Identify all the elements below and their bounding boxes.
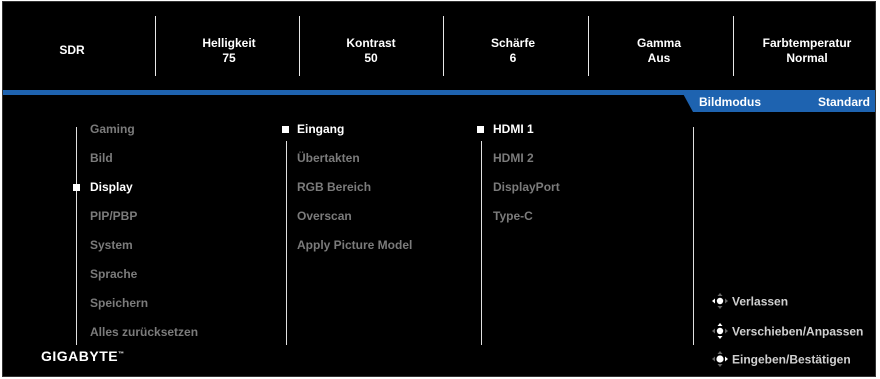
selected-indicator [282,126,289,133]
hint-exit: Verlassen [711,292,788,313]
osd-menu: SDR Helligkeit 75 Kontrast 50 Schärfe 6 … [2,1,876,377]
option-type-c[interactable]: Type-C [493,209,533,223]
joystick-left-icon [711,292,729,313]
status-contrast-value: 50 [364,51,378,65]
status-color-temperature-label: Farbtemperatur [762,36,852,50]
menu-item-system[interactable]: System [90,238,133,252]
status-brightness: Helligkeit 75 [159,36,299,66]
menu-item-gaming[interactable]: Gaming [90,122,135,136]
submenu-item-overscan[interactable]: Overscan [297,209,352,223]
menu-item-bild[interactable]: Bild [90,151,113,165]
divider [733,16,734,76]
joystick-up-down-icon [711,322,729,343]
column-line-sub [286,141,287,345]
status-color-temperature: Farbtemperatur Normal [737,36,877,66]
submenu-item-uebertakten[interactable]: Übertakten [297,151,360,165]
menu-item-pip-pbp[interactable]: PIP/PBP [90,209,137,223]
status-brightness-label: Helligkeit [202,36,256,50]
gigabyte-logo: GIGABYTE™ [41,348,125,364]
column-line-options [481,141,482,345]
status-brightness-value: 75 [222,51,236,65]
hint-exit-label: Verlassen [732,294,789,309]
status-contrast-label: Kontrast [346,36,396,50]
status-color-temperature-value: Normal [786,51,828,65]
option-hdmi-1[interactable]: HDMI 1 [493,122,534,136]
hint-enter-label: Eingeben/Bestätigen [732,352,851,367]
column-line-detail [693,127,694,345]
column-line-main [76,127,77,345]
option-displayport[interactable]: DisplayPort [493,180,560,194]
divider [299,16,300,76]
status-gamma: Gamma Aus [589,36,729,66]
status-sharpness-value: 6 [509,51,517,65]
submenu-item-apply-picture-model[interactable]: Apply Picture Model [297,238,412,252]
status-gamma-label: Gamma [636,36,682,50]
status-bar: SDR Helligkeit 75 Kontrast 50 Schärfe 6 … [3,2,875,86]
hint-move-label: Verschieben/Anpassen [732,324,864,339]
menu-item-display[interactable]: Display [90,180,133,194]
status-contrast: Kontrast 50 [301,36,441,66]
status-sharpness-label: Schärfe [490,36,536,50]
picture-mode-value: Standard [818,95,871,109]
joystick-press-icon [711,350,729,371]
selected-indicator [477,126,484,133]
status-sdr-label: SDR [59,43,85,57]
menu-item-speichern[interactable]: Speichern [90,296,148,310]
menu-item-alles-zuruecksetzen[interactable]: Alles zurücksetzen [90,325,198,339]
hint-enter: Eingeben/Bestätigen [711,350,851,371]
status-sharpness: Schärfe 6 [443,36,583,66]
selected-indicator [73,184,80,191]
option-hdmi-2[interactable]: HDMI 2 [493,151,534,165]
gigabyte-logo-text: GIGABYTE [41,348,119,364]
submenu-item-eingang[interactable]: Eingang [297,122,344,136]
hint-move: Verschieben/Anpassen [711,322,863,343]
submenu-item-rgb-bereich[interactable]: RGB Bereich [297,180,371,194]
picture-mode-label: Bildmodus [699,95,761,109]
divider [155,16,156,76]
menu-item-sprache[interactable]: Sprache [90,267,137,281]
status-gamma-value: Aus [647,51,671,65]
status-sdr: SDR [15,43,129,58]
